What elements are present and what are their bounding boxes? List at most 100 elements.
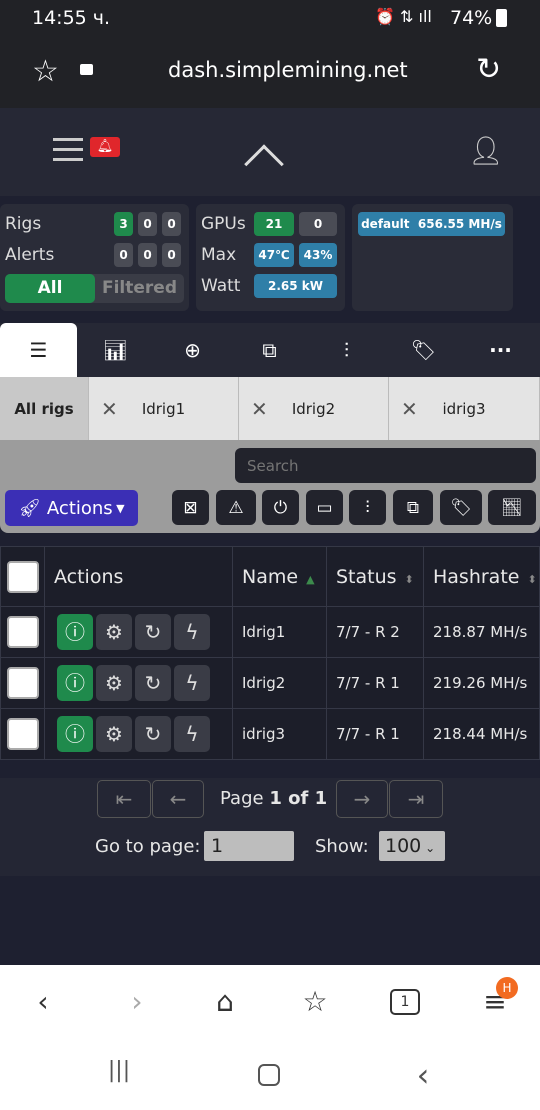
toolbar: 🚀︎ Actions ▼ ⊠ ⚠ ⏻ ▭ ⫶ ⧉ 🏷︎ 📉︎ xyxy=(0,440,540,533)
rig-tab-idrig1[interactable]: ✕ Idrig1 xyxy=(89,377,239,440)
next-page-icon[interactable]: → xyxy=(336,780,388,818)
hamburger-menu-icon[interactable] xyxy=(53,138,83,161)
close-icon[interactable]: ✕ xyxy=(101,397,118,421)
system-nav-bar: ||| ‹ xyxy=(0,1040,540,1110)
header-name[interactable]: Name ▲ xyxy=(232,546,327,607)
page-prefix: Page xyxy=(220,788,270,809)
actions-label: Actions xyxy=(46,497,113,519)
page-indicator: Page 1 of 1 xyxy=(220,788,327,809)
status-bar: 14:55 ч. ⏰ ⇅ ıll 74% xyxy=(0,0,540,36)
goto-page-input[interactable]: 1 xyxy=(204,831,294,861)
clear-filter-icon[interactable]: ⊠ xyxy=(172,490,209,525)
tab-tags-icon[interactable]: 🏷︎ xyxy=(385,323,462,377)
row-select xyxy=(0,708,45,760)
max-label: Max xyxy=(201,245,237,265)
power-surge-icon[interactable]: ϟ xyxy=(174,716,210,752)
first-page-icon[interactable]: ⇤ xyxy=(97,780,151,818)
page-size-select[interactable]: 100 ⌄ xyxy=(379,831,445,861)
rigs-warning-count[interactable]: 0 xyxy=(138,212,157,236)
filter-filtered-button[interactable]: Filtered xyxy=(95,274,184,303)
tabs-icon[interactable]: 1 xyxy=(390,989,420,1015)
gpus-label: GPUs xyxy=(201,214,246,234)
info-icon[interactable]: ⓘ xyxy=(57,665,93,701)
chevron-up-icon[interactable] xyxy=(244,144,284,184)
tab-chart-icon[interactable]: 📊︎ xyxy=(77,323,154,377)
group-name: default xyxy=(361,217,410,231)
rig-name[interactable]: Idrig1 xyxy=(232,606,327,658)
reload-icon[interactable]: ↻ xyxy=(476,52,501,87)
alerts-count-1[interactable]: 0 xyxy=(114,243,133,267)
rig-tab-idrig3[interactable]: ✕ idrig3 xyxy=(389,377,540,440)
header-label: Status xyxy=(336,565,397,588)
alerts-label: Alerts xyxy=(5,245,55,265)
header-status[interactable]: Status ⬍ xyxy=(326,546,424,607)
header-hashrate[interactable]: Hashrate ⬍ xyxy=(423,546,540,607)
reboot-icon[interactable]: ↻ xyxy=(135,665,171,701)
reboot-icon[interactable]: ↻ xyxy=(135,716,171,752)
tab-network-icon[interactable]: ⧉ xyxy=(231,323,308,377)
row-checkbox[interactable] xyxy=(7,667,39,699)
tab-sliders-icon[interactable]: ⫶ xyxy=(308,323,385,377)
rig-hashrate: 219.26 MH/s xyxy=(423,657,540,709)
rig-tab-label: Idrig2 xyxy=(291,399,336,418)
chart-icon[interactable]: 📉︎ xyxy=(488,490,536,525)
last-page-icon[interactable]: ⇥ xyxy=(389,780,443,818)
filter-toggle: All Filtered xyxy=(5,274,184,303)
rigs-online-count[interactable]: 3 xyxy=(114,212,133,236)
filter-all-button[interactable]: All xyxy=(5,274,95,303)
rig-name[interactable]: Idrig2 xyxy=(232,657,327,709)
sliders-icon[interactable]: ⫶ xyxy=(349,490,386,525)
gear-icon[interactable]: ⚙ xyxy=(96,614,132,650)
star-icon[interactable]: ☆ xyxy=(32,54,59,89)
bell-icon[interactable]: 🔔︎ xyxy=(90,137,120,157)
close-icon[interactable]: ✕ xyxy=(251,397,268,421)
select-all-checkbox[interactable] xyxy=(7,560,39,593)
network-icon[interactable]: ⧉ xyxy=(393,490,433,525)
gpus-offline-count[interactable]: 0 xyxy=(299,212,337,236)
tab-more-icon[interactable]: ··· xyxy=(462,323,539,377)
recents-icon[interactable]: ||| xyxy=(104,1058,134,1083)
rig-tab-idrig2[interactable]: ✕ Idrig2 xyxy=(239,377,389,440)
info-icon[interactable]: ⓘ xyxy=(57,614,93,650)
search-input[interactable] xyxy=(235,448,536,483)
rig-tab-all[interactable]: All rigs xyxy=(0,377,89,440)
home-button-icon[interactable] xyxy=(258,1064,280,1086)
bookmarks-icon[interactable]: ☆ xyxy=(298,985,332,1018)
forward-icon[interactable]: › xyxy=(122,985,152,1018)
info-icon[interactable]: ⓘ xyxy=(57,716,93,752)
table-row[interactable]: ⓘ ⚙ ↻ ϟ Idrig1 7/7 - R 2 218.87 MH/s xyxy=(0,606,540,658)
power-surge-icon[interactable]: ϟ xyxy=(174,665,210,701)
group-hashrate-badge[interactable]: default 656.55 MH/s xyxy=(358,212,505,236)
header-actions: Actions xyxy=(44,546,233,607)
prev-page-icon[interactable]: ← xyxy=(152,780,204,818)
table-row[interactable]: ⓘ ⚙ ↻ ϟ idrig3 7/7 - R 1 218.44 MH/s xyxy=(0,708,540,760)
tab-add-icon[interactable]: ⊕ xyxy=(154,323,231,377)
page-size-value: 100 xyxy=(385,835,422,857)
app-header: 🔔︎ 👤︎ xyxy=(0,108,540,196)
alerts-count-3[interactable]: 0 xyxy=(162,243,181,267)
reboot-icon[interactable]: ↻ xyxy=(135,614,171,650)
table-header: Actions Name ▲ Status ⬍ Hashrate ⬍ xyxy=(0,546,540,607)
rig-name[interactable]: idrig3 xyxy=(232,708,327,760)
row-checkbox[interactable] xyxy=(7,718,39,750)
home-icon[interactable]: ⌂ xyxy=(208,985,242,1018)
back-icon[interactable]: ‹ xyxy=(28,985,58,1018)
back-button-icon[interactable]: ‹ xyxy=(408,1056,438,1094)
tags-icon[interactable]: 🏷︎ xyxy=(440,490,482,525)
user-settings-icon[interactable]: 👤︎ xyxy=(468,134,504,167)
row-checkbox[interactable] xyxy=(7,616,39,648)
alerts-count-2[interactable]: 0 xyxy=(138,243,157,267)
tab-list-icon[interactable]: ☰ xyxy=(0,323,77,377)
power-icon[interactable]: ⏻ xyxy=(262,490,299,525)
rigs-offline-count[interactable]: 0 xyxy=(162,212,181,236)
url-text[interactable]: dash.simplemining.net xyxy=(168,58,408,82)
gear-icon[interactable]: ⚙ xyxy=(96,716,132,752)
power-surge-icon[interactable]: ϟ xyxy=(174,614,210,650)
gpus-online-count[interactable]: 21 xyxy=(254,212,294,236)
table-row[interactable]: ⓘ ⚙ ↻ ϟ Idrig2 7/7 - R 1 219.26 MH/s xyxy=(0,657,540,709)
warning-icon[interactable]: ⚠ xyxy=(216,490,256,525)
close-icon[interactable]: ✕ xyxy=(401,397,418,421)
actions-dropdown-button[interactable]: 🚀︎ Actions ▼ xyxy=(5,490,138,526)
gpu-icon[interactable]: ▭ xyxy=(306,490,343,525)
gear-icon[interactable]: ⚙ xyxy=(96,665,132,701)
